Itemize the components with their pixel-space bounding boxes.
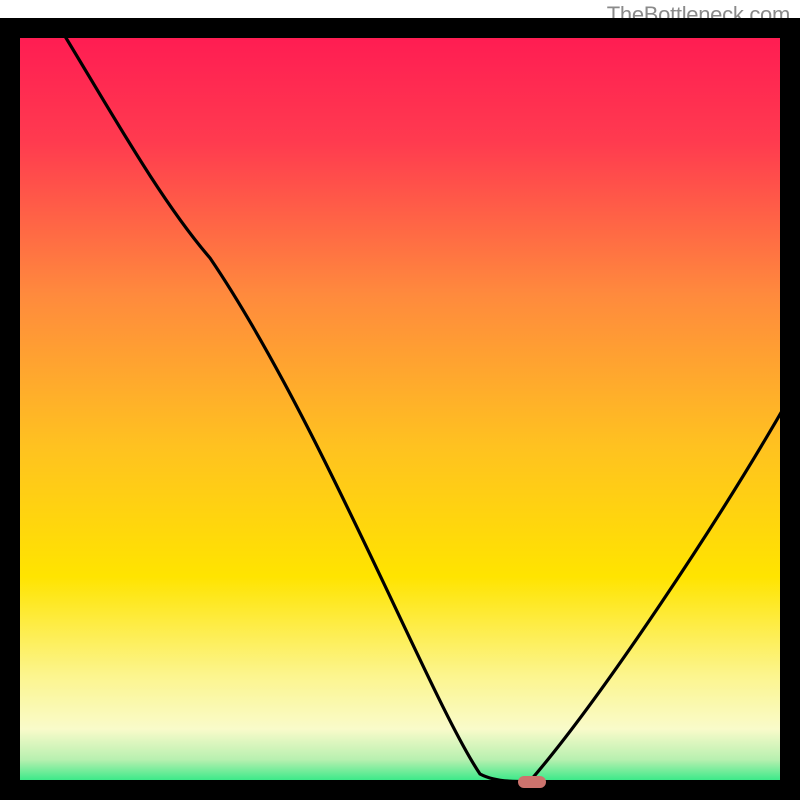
bottleneck-chart	[0, 0, 800, 800]
chart-container: TheBottleneck.com	[0, 0, 800, 800]
curve-marker	[518, 776, 546, 788]
gradient-background	[10, 28, 790, 790]
